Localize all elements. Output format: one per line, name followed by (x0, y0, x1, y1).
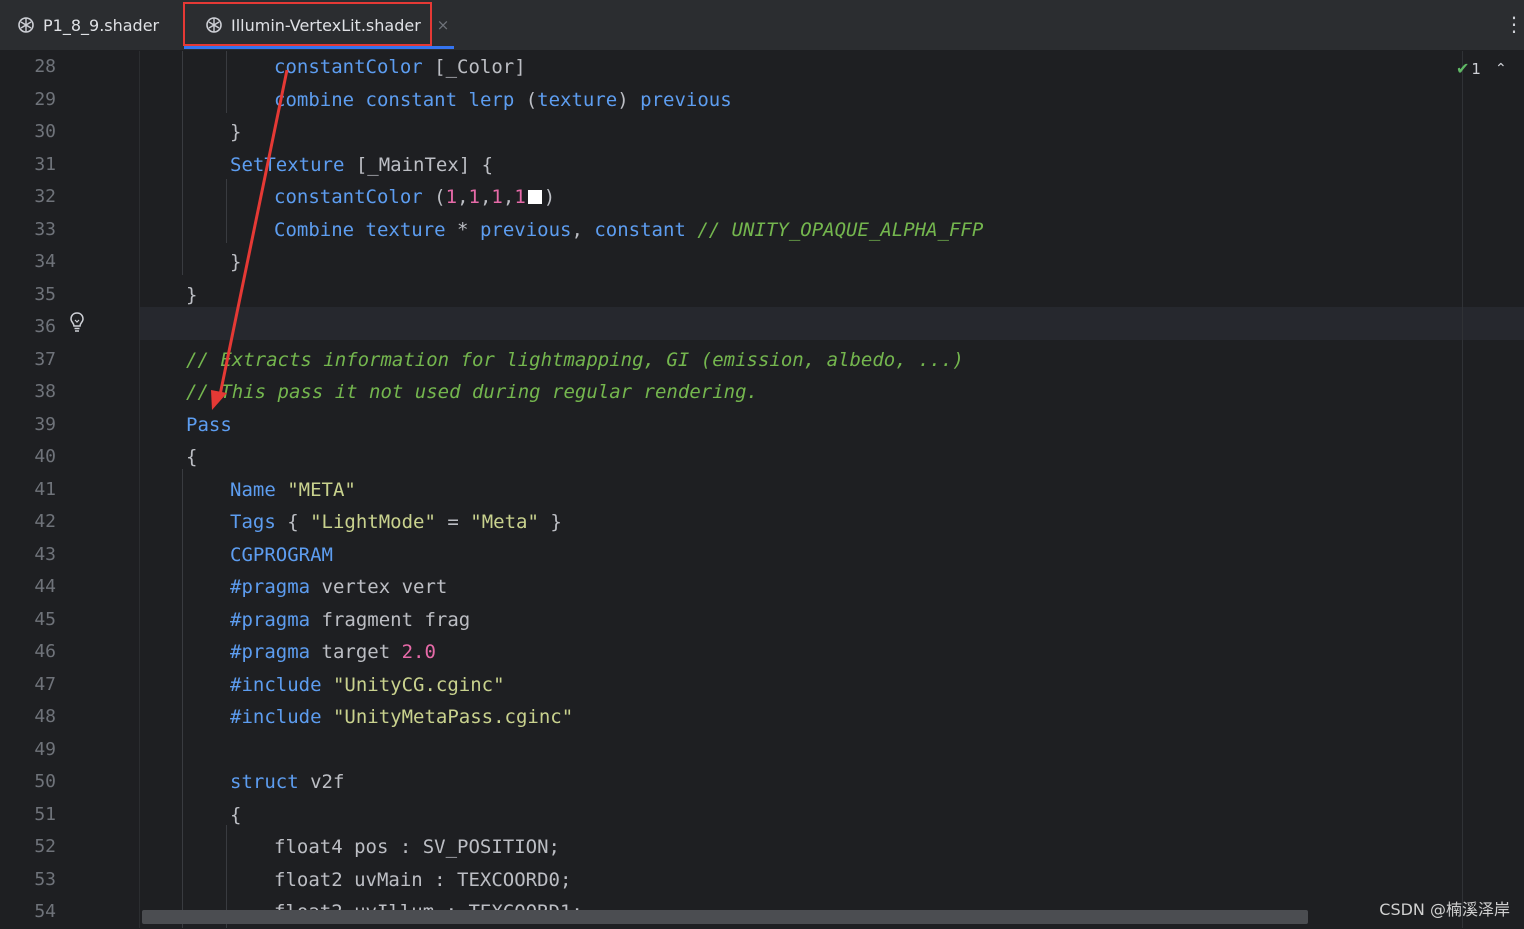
code-line[interactable]: 38 // This pass it not used during regula… (0, 376, 1524, 409)
tab-label: P1_8_9.shader (43, 15, 160, 35)
line-text[interactable]: Tags { "LightMode" = "Meta" } (230, 506, 562, 538)
line-text[interactable]: constantColor (1,1,1,1) (274, 181, 555, 213)
line-text[interactable]: Pass (186, 409, 232, 441)
line-number[interactable]: 35 (0, 279, 56, 311)
code-line[interactable]: 35} (0, 279, 1524, 312)
lightbulb-icon[interactable] (68, 311, 86, 333)
annotation-highlight-box (183, 2, 432, 46)
code-line[interactable]: 44 #pragma vertex vert (0, 571, 1524, 604)
line-number[interactable]: 50 (0, 766, 56, 798)
code-line[interactable]: 48 #include "UnityMetaPass.cginc" (0, 701, 1524, 734)
line-number[interactable]: 54 (0, 896, 56, 928)
code-line[interactable]: 49 (0, 734, 1524, 767)
line-number[interactable]: 38 (0, 376, 56, 408)
line-number[interactable]: 47 (0, 669, 56, 701)
line-number[interactable]: 31 (0, 149, 56, 181)
line-number[interactable]: 30 (0, 116, 56, 148)
line-number[interactable]: 46 (0, 636, 56, 668)
code-line[interactable]: 29 combine constant lerp (texture) previo… (0, 84, 1524, 117)
line-number[interactable]: 39 (0, 409, 56, 441)
line-number[interactable]: 42 (0, 506, 56, 538)
code-line[interactable]: 28 constantColor [_Color] (0, 51, 1524, 84)
code-line[interactable]: 47 #include "UnityCG.cginc" (0, 669, 1524, 702)
color-swatch-icon[interactable] (527, 190, 542, 204)
line-text[interactable]: } (186, 279, 197, 311)
code-line[interactable]: 39 Pass (0, 409, 1524, 442)
line-text[interactable]: #include "UnityMetaPass.cginc" (230, 701, 573, 733)
code-line[interactable]: 50 struct v2f (0, 766, 1524, 799)
code-line[interactable]: 40 { (0, 441, 1524, 474)
close-tab-icon[interactable]: × (437, 16, 450, 34)
code-line[interactable]: 30} (0, 116, 1524, 149)
inspection-widget[interactable]: ✔ 1 ⌃ (1456, 59, 1507, 78)
editor-tab-bar: P1_8_9.shader Illumin-VertexLit.shader ×… (0, 0, 1524, 51)
line-number[interactable]: 52 (0, 831, 56, 863)
line-text[interactable]: float2 uvMain : TEXCOORD0; (274, 864, 571, 896)
line-text[interactable]: #pragma fragment frag (230, 604, 470, 636)
code-line[interactable]: 51 { (0, 799, 1524, 832)
line-number[interactable]: 44 (0, 571, 56, 603)
code-line[interactable]: 53 float2 uvMain : TEXCOORD0; (0, 864, 1524, 897)
line-number[interactable]: 29 (0, 84, 56, 116)
line-number[interactable]: 34 (0, 246, 56, 278)
line-number[interactable]: 28 (0, 51, 56, 83)
line-number[interactable]: 43 (0, 539, 56, 571)
line-number[interactable]: 45 (0, 604, 56, 636)
chevron-up-icon[interactable]: ⌃ (1495, 61, 1507, 77)
line-number[interactable]: 49 (0, 734, 56, 766)
line-text[interactable]: constantColor [_Color] (274, 51, 526, 83)
code-line[interactable]: 36 (0, 311, 1524, 344)
line-number[interactable]: 51 (0, 799, 56, 831)
line-text[interactable]: { (230, 799, 241, 831)
tab-p1-8-9-shader[interactable]: P1_8_9.shader (18, 0, 159, 50)
line-text[interactable]: { (186, 441, 197, 473)
line-text[interactable]: CGPROGRAM (230, 539, 333, 571)
line-text[interactable]: #include "UnityCG.cginc" (230, 669, 505, 701)
line-text[interactable]: Combine texture * previous, constant // … (274, 214, 983, 246)
line-number[interactable]: 36 (0, 311, 56, 343)
line-text[interactable]: #pragma target 2.0 (230, 636, 436, 668)
code-line[interactable]: 52 float4 pos : SV_POSITION; (0, 831, 1524, 864)
line-text[interactable]: combine constant lerp (texture) previous (274, 84, 732, 116)
code-editor[interactable]: 28 constantColor [_Color] 29 combine consta… (0, 51, 1524, 928)
line-text[interactable]: #pragma vertex vert (230, 571, 447, 603)
code-line[interactable]: 43 CGPROGRAM (0, 539, 1524, 572)
code-line[interactable]: 46 #pragma target 2.0 (0, 636, 1524, 669)
line-number[interactable]: 32 (0, 181, 56, 213)
line-text[interactable]: SetTexture [_MainTex] { (230, 149, 493, 181)
line-number[interactable]: 40 (0, 441, 56, 473)
code-line[interactable]: 45 #pragma fragment frag (0, 604, 1524, 637)
line-number[interactable]: 48 (0, 701, 56, 733)
line-text[interactable]: // Extracts information for lightmapping… (186, 344, 964, 376)
code-line[interactable]: 31 SetTexture [_MainTex] { (0, 149, 1524, 182)
line-text[interactable]: struct v2f (230, 766, 344, 798)
watermark: CSDN @楠溪泽岸 (1379, 900, 1510, 919)
code-line[interactable]: 32 constantColor (1,1,1,1) (0, 181, 1524, 214)
more-tabs-icon[interactable]: ⋮ (1504, 12, 1524, 36)
line-number[interactable]: 53 (0, 864, 56, 896)
line-number[interactable]: 37 (0, 344, 56, 376)
active-tab-indicator (184, 46, 454, 49)
line-number[interactable]: 41 (0, 474, 56, 506)
line-text[interactable]: float4 pos : SV_POSITION; (274, 831, 560, 863)
code-line[interactable]: 42 Tags { "LightMode" = "Meta" } (0, 506, 1524, 539)
double-check-icon: ✔ (1456, 59, 1470, 78)
inspection-count: 1 (1471, 59, 1481, 78)
line-text[interactable]: } (230, 246, 241, 278)
line-text[interactable]: Name "META" (230, 474, 356, 506)
line-text[interactable]: } (230, 116, 241, 148)
shader-file-icon (18, 17, 34, 33)
line-text[interactable]: // This pass it not used during regular … (186, 376, 758, 408)
line-number[interactable]: 33 (0, 214, 56, 246)
code-line[interactable]: 37 // Extracts information for lightmappi… (0, 344, 1524, 377)
code-line[interactable]: 41 Name "META" (0, 474, 1524, 507)
code-line[interactable]: 33 Combine texture * previous, constant /… (0, 214, 1524, 247)
code-line[interactable]: 34} (0, 246, 1524, 279)
horizontal-scrollbar[interactable] (142, 910, 1308, 924)
